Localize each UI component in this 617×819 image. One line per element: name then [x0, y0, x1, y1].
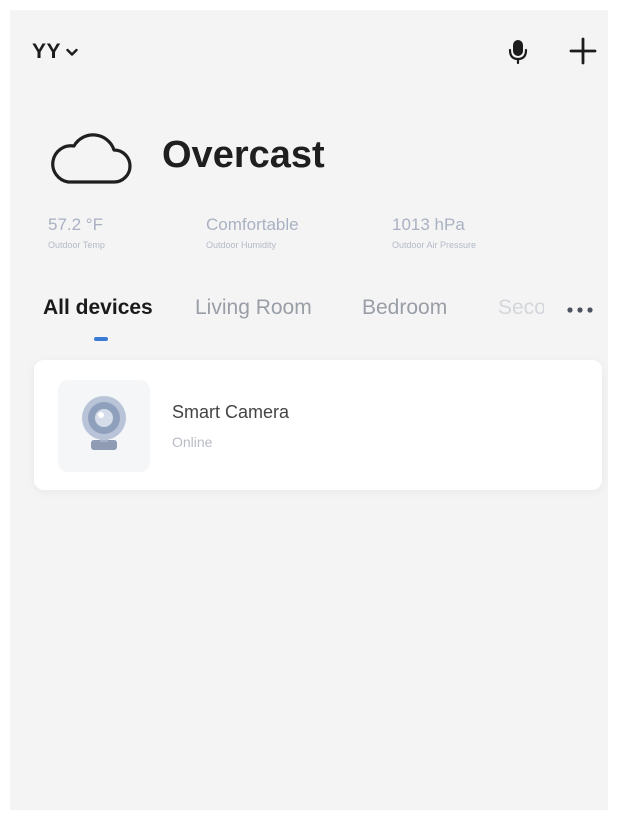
microphone-icon[interactable]: [503, 36, 533, 66]
plus-icon[interactable]: [568, 36, 598, 66]
outdoor-humidity-value: Comfortable: [206, 215, 299, 234]
chevron-down-icon: [66, 48, 78, 56]
camera-icon: [82, 396, 126, 450]
home-name: YY: [32, 40, 62, 63]
outdoor-temp-value: 57.2 °F: [48, 215, 103, 234]
outdoor-pressure-value: 1013 hPa: [392, 215, 465, 234]
outdoor-humidity-stat: Comfortable Outdoor Humidity: [206, 215, 299, 250]
cloud-icon: [51, 133, 132, 184]
tab-all-devices[interactable]: All devices: [43, 296, 153, 320]
home-selector[interactable]: YY: [32, 40, 78, 64]
device-status: Online: [172, 434, 213, 450]
outdoor-temp-label: Outdoor Temp: [48, 240, 105, 250]
outdoor-pressure-label: Outdoor Air Pressure: [392, 240, 477, 250]
more-horizontal-icon[interactable]: [564, 302, 596, 318]
device-thumbnail: [58, 380, 150, 472]
tab-second-room[interactable]: Seco: [498, 296, 544, 320]
outdoor-pressure-stat: 1013 hPa Outdoor Air Pressure: [392, 215, 476, 250]
active-tab-indicator: [94, 337, 108, 341]
tab-living-room[interactable]: Living Room: [195, 296, 312, 320]
top-bar: YY: [10, 10, 608, 90]
device-card[interactable]: Smart Camera Online: [34, 360, 602, 490]
device-name: Smart Camera: [172, 402, 290, 422]
outdoor-humidity-label: Outdoor Humidity: [206, 240, 277, 250]
outdoor-temp-stat: 57.2 °F Outdoor Temp: [48, 215, 105, 250]
app-screen: YY Overcast 57.2 °F Outdoor Temp Comfort…: [10, 10, 608, 810]
weather-condition: Overcast: [162, 134, 325, 176]
room-tabs: All devices Living Room Bedroom Seco: [10, 292, 608, 342]
tab-bedroom[interactable]: Bedroom: [362, 296, 447, 320]
